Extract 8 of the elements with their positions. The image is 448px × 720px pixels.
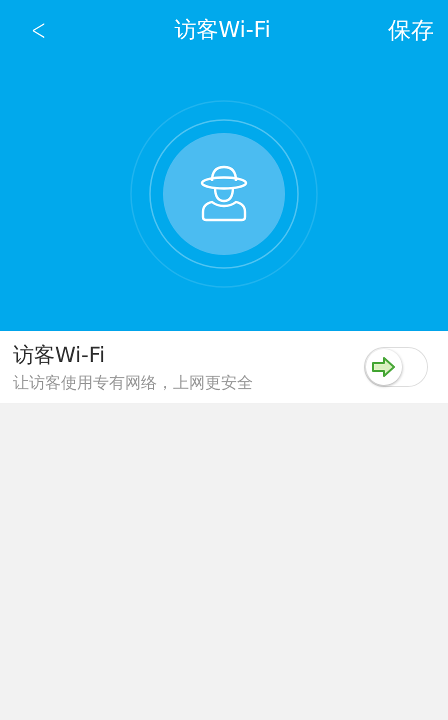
save-button[interactable]: 保存 xyxy=(388,14,434,46)
back-button[interactable]: < xyxy=(27,12,50,48)
setting-description: 让访客使用专有网络，上网更安全 xyxy=(13,372,253,394)
guest-wifi-toggle[interactable] xyxy=(364,347,428,387)
guest-icon xyxy=(129,99,319,289)
setting-title: 访客Wi-Fi xyxy=(13,342,106,368)
page-title: 访客Wi-Fi xyxy=(174,17,271,45)
arrow-icon xyxy=(371,356,397,378)
